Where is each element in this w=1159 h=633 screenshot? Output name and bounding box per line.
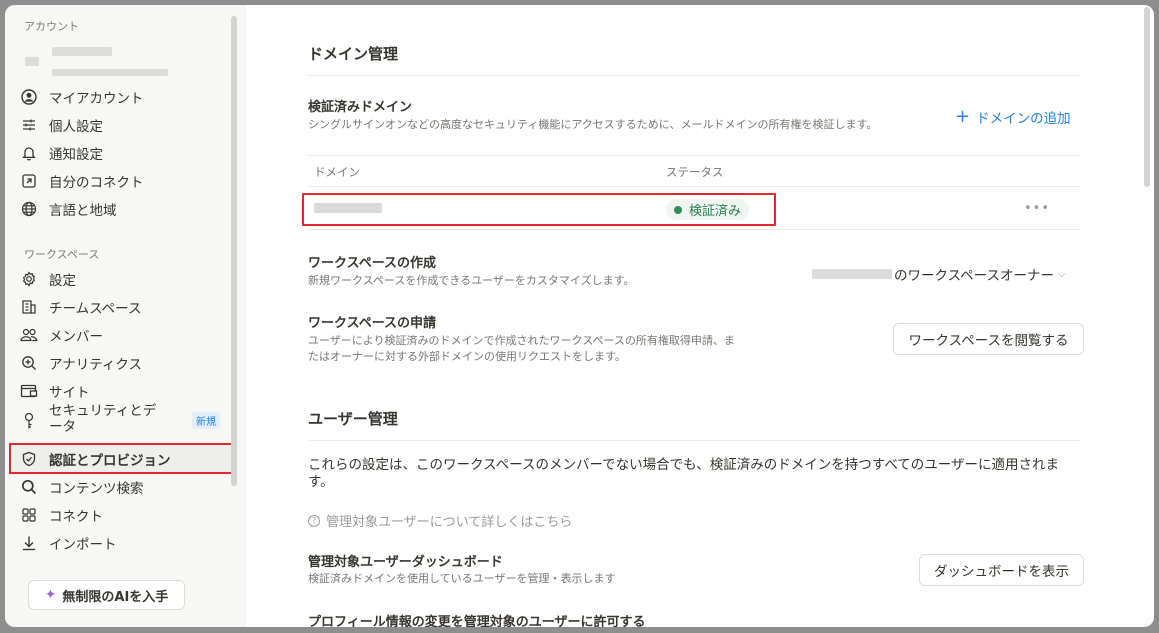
sidebar-item-label: マイアカウント	[49, 91, 144, 107]
settings-sidebar: アカウント マイアカウント 個人設定 通知設定 自分のコネクト 言語と地域 ワー…	[5, 5, 246, 627]
workspace-request-desc-line1: ユーザーにより検証済みのドメインで作成されたワークスペースの所有権取得申請、ま	[308, 334, 735, 347]
column-header-status: ステータス	[666, 165, 724, 179]
user-circle-icon	[19, 87, 39, 107]
status-label: 検証済み	[689, 204, 742, 219]
sidebar-item-label: セキュリティとデータ	[49, 403, 157, 435]
gear-icon	[19, 269, 39, 289]
key-icon	[19, 411, 39, 431]
sidebar-item-label: 通知設定	[49, 147, 103, 163]
people-icon	[19, 325, 39, 345]
column-header-domain: ドメイン	[314, 165, 360, 179]
account-email-redacted	[52, 69, 168, 76]
more-options-icon[interactable]: •••	[1024, 201, 1050, 216]
divider	[308, 155, 1080, 156]
sidebar-item-label: アナリティクス	[49, 357, 143, 373]
sidebar-item-language[interactable]: 言語と地域	[19, 196, 232, 222]
add-domain-button[interactable]: + ドメインの追加	[955, 106, 1071, 127]
divider	[308, 186, 1080, 187]
sidebar-item-analytics[interactable]: アナリティクス	[19, 350, 232, 376]
sidebar-item-label: 自分のコネクト	[49, 175, 144, 191]
sidebar-item-settings[interactable]: 設定	[19, 266, 232, 292]
sidebar-item-my-connections[interactable]: 自分のコネクト	[19, 168, 232, 194]
browse-workspaces-button[interactable]: ワークスペースを閲覧する	[893, 323, 1084, 355]
user-management-body: これらの設定は、このワークスペースのメンバーでない場合でも、検証済みのドメインを…	[308, 457, 1060, 490]
managed-users-help-link[interactable]: ? 管理対象ユーザーについて詳しくはこちら	[308, 511, 572, 530]
question-icon: ?	[308, 514, 320, 527]
sidebar-item-label: サイト	[49, 385, 90, 401]
external-link-icon	[19, 171, 39, 191]
divider	[308, 440, 1080, 441]
verified-domains-title: 検証済みドメイン	[308, 100, 413, 115]
sidebar-item-label: コンテンツ検索	[49, 481, 144, 497]
search-icon	[19, 477, 39, 497]
analytics-icon	[19, 353, 39, 373]
sidebar-item-label: 設定	[49, 273, 76, 289]
new-badge: 新規	[192, 412, 220, 429]
help-link-label: 管理対象ユーザーについて詳しくはこちら	[326, 515, 573, 530]
sidebar-item-my-account[interactable]: マイアカウント	[19, 84, 232, 110]
show-dashboard-button[interactable]: ダッシュボードを表示	[919, 554, 1084, 586]
divider	[308, 229, 1080, 230]
sidebar-item-preferences[interactable]: 個人設定	[19, 112, 232, 138]
workspace-creation-desc: 新規ワークスペースを作成できるユーザーをカスタマイズします。	[308, 274, 635, 287]
get-unlimited-ai-button[interactable]: ✦ 無制限のAIを入手	[28, 580, 185, 610]
plus-icon: +	[955, 106, 971, 127]
divider	[308, 75, 1080, 76]
sidebar-item-import[interactable]: インポート	[19, 530, 232, 556]
site-icon	[19, 381, 39, 401]
main-scrollbar[interactable]	[1144, 7, 1150, 187]
status-badge: 検証済み	[666, 199, 750, 220]
workspace-creation-title: ワークスペースの作成	[308, 256, 437, 271]
settings-window: アカウント マイアカウント 個人設定 通知設定 自分のコネクト 言語と地域 ワー…	[5, 5, 1154, 627]
profile-change-title: プロフィール情報の変更を管理対象のユーザーに許可する	[308, 615, 646, 627]
sidebar-item-label: 認証とプロビジョン	[49, 452, 171, 469]
verified-domains-desc: シングルサインオンなどの高度なセキュリティ機能にアクセスするために、メールドメイ…	[308, 118, 878, 131]
sidebar-item-notifications[interactable]: 通知設定	[19, 140, 232, 166]
workspace-name-redacted	[812, 269, 892, 279]
avatar	[25, 57, 39, 66]
sidebar-item-label: チームスペース	[49, 301, 142, 317]
account-section-label: アカウント	[24, 20, 79, 33]
domain-name-redacted	[314, 203, 382, 213]
sidebar-scroll-area[interactable]: アカウント マイアカウント 個人設定 通知設定 自分のコネクト 言語と地域 ワー…	[5, 5, 246, 570]
status-dot-icon	[674, 205, 682, 214]
sidebar-item-label: インポート	[49, 537, 117, 553]
sidebar-item-content-search[interactable]: コンテンツ検索	[19, 474, 232, 500]
sidebar-item-members[interactable]: メンバー	[19, 322, 232, 348]
sparkle-icon: ✦	[44, 587, 57, 603]
sidebar-item-security-data[interactable]: セキュリティとデータ 新規	[19, 403, 232, 437]
workspace-request-desc-line2: たはオーナーに対する外部ドメインの使用リクエストをします。	[308, 350, 626, 363]
ai-button-label: 無制限のAIを入手	[62, 589, 169, 605]
workspace-creation-select[interactable]: のワークスペースオーナー ⌵	[812, 264, 1066, 284]
workspace-request-title: ワークスペースの申請	[308, 316, 437, 331]
grid-icon	[19, 505, 39, 525]
dashboard-desc: 検証済みドメインを使用しているユーザーを管理・表示します	[308, 572, 616, 585]
sidebar-item-label: コネクト	[49, 509, 103, 525]
sidebar-item-label: メンバー	[49, 329, 103, 345]
user-management-heading: ユーザー管理	[308, 410, 398, 428]
sidebar-item-connections[interactable]: コネクト	[19, 502, 232, 528]
sidebar-item-label: 個人設定	[49, 119, 103, 135]
building-icon	[19, 297, 39, 317]
sliders-icon	[19, 115, 39, 135]
sidebar-item-sites[interactable]: サイト	[19, 378, 232, 404]
sidebar-item-label: 言語と地域	[49, 203, 117, 219]
shield-check-icon	[19, 449, 39, 469]
globe-icon	[19, 199, 39, 219]
domain-management-heading: ドメイン管理	[308, 45, 399, 63]
sidebar-item-auth-provisioning[interactable]: 認証とプロビジョン	[9, 443, 236, 474]
settings-main: ドメイン管理 検証済みドメイン シングルサインオンなどの高度なセキュリティ機能に…	[246, 5, 1154, 627]
sidebar-item-teamspaces[interactable]: チームスペース	[19, 294, 232, 320]
chevron-down-icon: ⌵	[1057, 268, 1066, 280]
dashboard-title: 管理対象ユーザーダッシュボード	[308, 555, 503, 570]
account-name-redacted	[52, 47, 112, 56]
add-domain-label: ドメインの追加	[976, 110, 1071, 127]
sidebar-scrollbar[interactable]	[231, 16, 237, 486]
workspace-section-label: ワークスペース	[24, 248, 100, 261]
bell-icon	[19, 143, 39, 163]
download-icon	[19, 533, 39, 553]
select-value: のワークスペースオーナー	[894, 268, 1054, 284]
